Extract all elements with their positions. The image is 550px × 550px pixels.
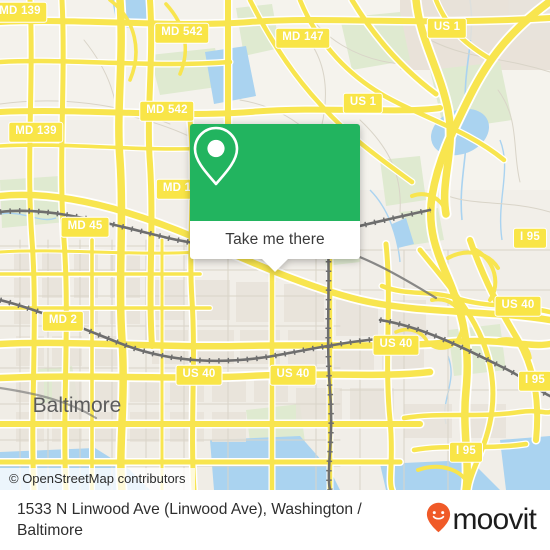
location-popup[interactable]: Take me there: [190, 124, 360, 272]
road-shield: US 40: [175, 364, 223, 386]
road-shield: MD 45: [60, 216, 110, 238]
moovit-logo[interactable]: moovit: [426, 502, 550, 538]
road-shield: MD 2: [41, 310, 85, 332]
address-label: 1533 N Linwood Ave (Linwood Ave), Washin…: [17, 501, 362, 539]
road-shield: MD 139: [0, 1, 48, 23]
road-shield: I 95: [518, 370, 550, 392]
road-shield: I 95: [449, 441, 483, 463]
popup-pointer: [262, 259, 288, 272]
road-shield: US 40: [269, 364, 317, 386]
moovit-pin-smiley-icon: [426, 502, 451, 538]
road-shield: MD 139: [8, 121, 64, 143]
place-label-baltimore: Baltimore: [32, 394, 122, 417]
road-shield: US 1: [426, 17, 468, 39]
map-canvas[interactable]: .w { fill:#aad3f0; } .wl { stroke:#aad3f…: [0, 0, 550, 490]
popup-action-label: Take me there: [225, 231, 325, 248]
road-shield: US 40: [494, 295, 542, 317]
road-shield: MD 147: [275, 27, 331, 49]
road-shield: US 1: [342, 92, 384, 114]
road-shield: MD 542: [139, 100, 195, 122]
screenshot-root: .w { fill:#aad3f0; } .wl { stroke:#aad3f…: [0, 0, 550, 550]
road-shield: I 95: [513, 227, 547, 249]
road-shield: US 40: [372, 334, 420, 356]
road-shield: MD 542: [154, 22, 210, 44]
footer-bar: 1533 N Linwood Ave (Linwood Ave), Washin…: [0, 490, 550, 550]
moovit-wordmark: moovit: [452, 503, 536, 536]
popup-header: [190, 124, 360, 221]
map-attribution[interactable]: © OpenStreetMap contributors: [0, 468, 195, 490]
popup-action[interactable]: Take me there: [190, 221, 360, 272]
